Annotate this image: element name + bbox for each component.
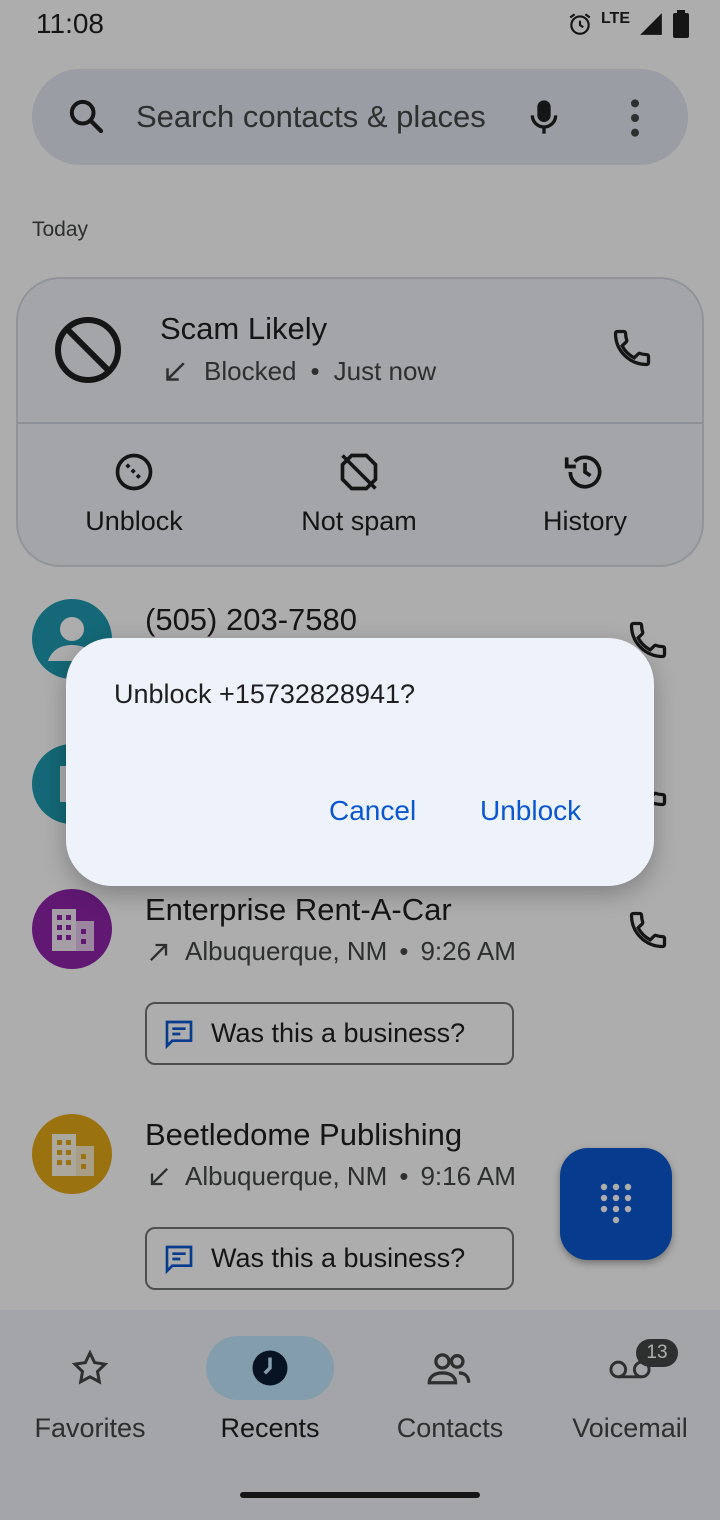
confirm-unblock-button[interactable]: Unblock — [480, 795, 581, 827]
dialog-title: Unblock +15732828941? — [114, 679, 416, 709]
cancel-button[interactable]: Cancel — [329, 795, 416, 827]
unblock-dialog — [66, 638, 654, 886]
